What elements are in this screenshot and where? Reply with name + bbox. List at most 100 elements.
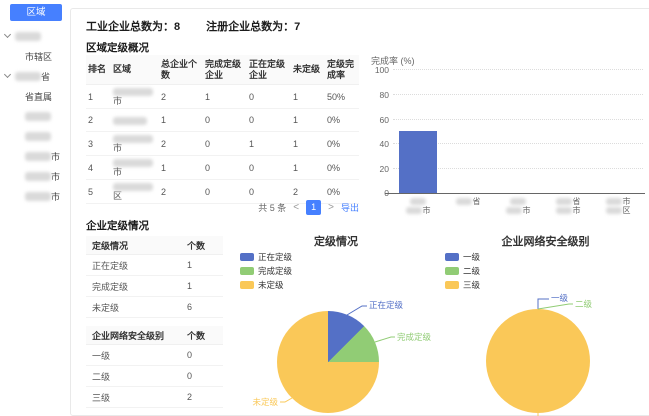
cell-inprogress: 0 <box>247 185 291 199</box>
cell-rate: 0% <box>325 161 359 175</box>
legend-marker <box>240 267 254 275</box>
redacted-region-name <box>113 88 153 96</box>
legend-marker <box>240 253 254 261</box>
cell-value: 1 <box>181 281 223 291</box>
pie-slice-label: 完成定级 <box>397 333 431 342</box>
tree-item-province-direct[interactable]: 省直属 <box>0 86 69 106</box>
col-count: 个数 <box>181 239 223 252</box>
chevron-down-icon[interactable] <box>4 31 11 38</box>
cell-rank: 2 <box>86 113 111 127</box>
cell-unrated: 1 <box>291 90 325 104</box>
cell-region: 市 <box>111 132 159 155</box>
enterprise-rating-tables: 定级情况 个数 正在定级 1 完成定级 1 未定级 6 企业网络安全级别 个数 … <box>86 236 223 408</box>
y-tick: 40 <box>371 139 389 149</box>
table-row: 二级 0 <box>86 366 223 387</box>
completion-rate-bar-chart: 完成率 (%) 100 80 60 40 20 0 市 <box>371 54 649 222</box>
cell-inprogress: 0 <box>247 113 291 127</box>
industrial-total-value: 8 <box>174 21 180 33</box>
pie-title: 定级情况 <box>236 233 436 249</box>
tree-item-suffix: 市 <box>51 170 60 183</box>
next-page-button[interactable]: > <box>328 202 334 213</box>
cell-inprogress: 1 <box>247 137 291 151</box>
tree-item-label: 市辖区 <box>25 50 52 63</box>
security-pie-circle <box>486 309 590 413</box>
redacted-region-name <box>25 152 51 161</box>
legend-item-level3[interactable]: 三级 <box>445 280 480 289</box>
registered-total-value: 7 <box>294 21 300 33</box>
redacted-region-name <box>406 207 422 214</box>
col-rating-status: 定级情况 <box>86 239 181 252</box>
pie-legend: 一级 二级 三级 <box>445 252 480 289</box>
chevron-down-icon[interactable] <box>4 71 11 78</box>
pie-legend: 正在定级 完成定级 未定级 <box>240 252 292 289</box>
legend-item-level1[interactable]: 一级 <box>445 252 480 261</box>
x-category-label: 省 <box>443 197 493 206</box>
cell-inprogress: 0 <box>247 90 291 104</box>
dashboard-page: 区域 市辖区 省 省直属 <box>0 0 649 416</box>
cell-unrated: 1 <box>291 161 325 175</box>
pie-slice-label: 一级 <box>551 294 568 303</box>
tree-item-city[interactable]: 市 <box>0 186 69 206</box>
redacted-region-name <box>510 198 526 205</box>
legend-item-unrated[interactable]: 未定级 <box>240 280 292 289</box>
dashboard-card: 工业企业总数为：8注册企业总数为：7 区域定级概况 排名 区域 总企业个数 完成… <box>70 8 649 416</box>
y-tick: 60 <box>371 115 389 125</box>
col-rank: 排名 <box>86 61 111 78</box>
bar-slot <box>493 69 543 193</box>
industrial-total-label: 工业企业总数为： <box>86 21 174 33</box>
legend-marker <box>445 267 459 275</box>
cell-rank: 5 <box>86 185 111 199</box>
table-row: 完成定级 1 <box>86 276 223 297</box>
tree-item-city[interactable]: 市 <box>0 166 69 186</box>
table-row: 2 1 0 0 1 0% <box>86 109 359 132</box>
redacted-region-name <box>506 207 522 214</box>
cell-region <box>111 114 159 127</box>
pagination: 共 5 条 < 1 > 导出 <box>86 200 359 215</box>
y-tick: 80 <box>371 90 389 100</box>
cell-value: 0 <box>181 350 223 360</box>
cell-rank: 1 <box>86 90 111 104</box>
redacted-region-name <box>606 198 622 205</box>
table-header-row: 排名 区域 总企业个数 完成定级企业 正在定级企业 未定级 定级完成率 <box>86 55 359 85</box>
redacted-region-name <box>113 159 153 167</box>
legend-item-level2[interactable]: 二级 <box>445 266 480 275</box>
cell-region: 市 <box>111 156 159 179</box>
tree-item-city[interactable]: 市 <box>0 146 69 166</box>
tree-item-city-district[interactable]: 市辖区 <box>0 46 69 66</box>
bar <box>399 131 437 193</box>
tree-item-city[interactable] <box>0 106 69 126</box>
cell-value: 1 <box>181 260 223 270</box>
legend-item-inprogress[interactable]: 正在定级 <box>240 252 292 261</box>
redacted-region-name <box>606 207 622 214</box>
redacted-region-name <box>25 172 51 181</box>
summary-stats: 工业企业总数为：8注册企业总数为：7 <box>86 18 300 34</box>
cell-label: 正在定级 <box>86 259 181 272</box>
bar-slot <box>593 69 643 193</box>
col-count: 个数 <box>181 329 223 342</box>
pagination-total: 共 5 条 <box>258 201 286 214</box>
redacted-region-name <box>15 32 41 41</box>
bar-slot <box>543 69 593 193</box>
x-category-label: 市 <box>393 197 443 215</box>
tree-item-city[interactable] <box>0 126 69 146</box>
table-row: 1 市 2 1 0 1 50% <box>86 85 359 109</box>
table-row: 3 市 2 0 1 1 0% <box>86 132 359 156</box>
tree-item-city-root[interactable] <box>0 26 69 46</box>
redacted-region-name <box>556 198 572 205</box>
rating-pie-circle <box>277 311 379 413</box>
region-tab[interactable]: 区域 <box>10 4 62 21</box>
y-tick: 20 <box>371 164 389 174</box>
cell-inprogress: 0 <box>247 161 291 175</box>
legend-item-completed[interactable]: 完成定级 <box>240 266 292 275</box>
x-category-label: 省 市 <box>543 197 593 215</box>
tree-item-province-root[interactable]: 省 <box>0 66 69 86</box>
tree-item-label: 省直属 <box>25 90 52 103</box>
x-category-label: 市 <box>493 197 543 215</box>
cell-value: 2 <box>181 392 223 402</box>
redacted-region-name <box>113 183 153 191</box>
redacted-region-name <box>113 135 153 143</box>
export-button[interactable]: 导出 <box>341 201 359 214</box>
cell-rank: 3 <box>86 137 111 151</box>
prev-page-button[interactable]: < <box>293 202 299 213</box>
page-number-button[interactable]: 1 <box>306 200 321 215</box>
